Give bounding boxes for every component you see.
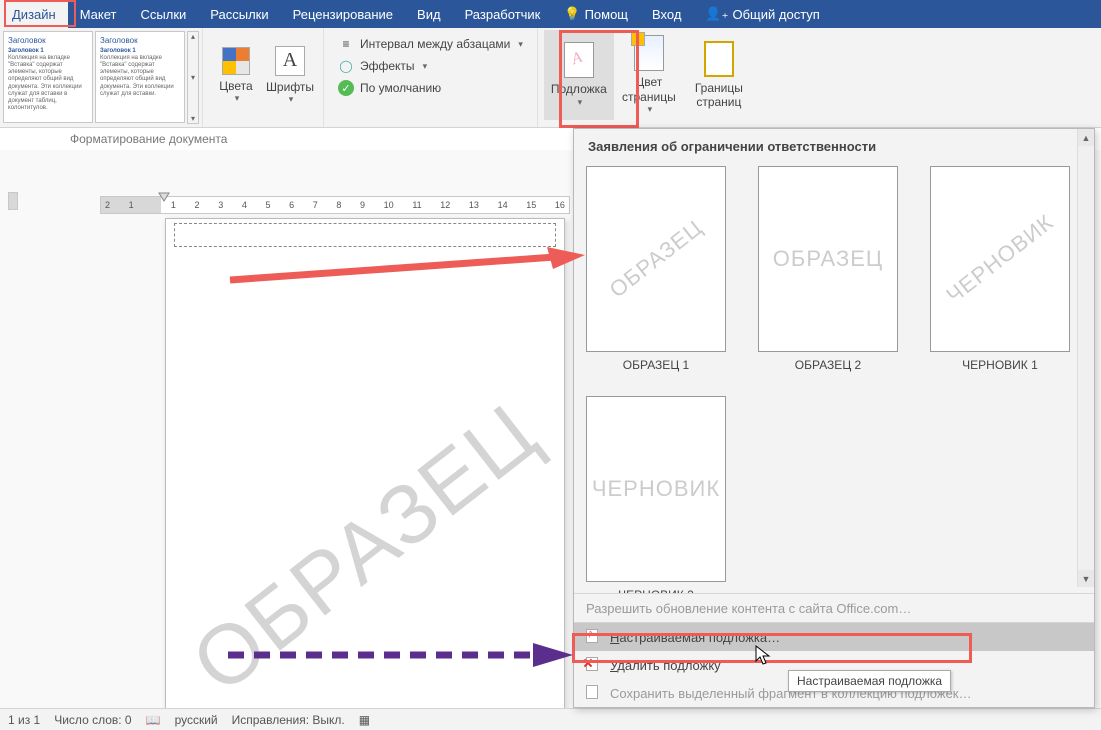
share-label: Общий доступ: [732, 7, 819, 22]
colors-icon: [222, 47, 250, 75]
status-macro-icon[interactable]: ▦: [359, 713, 370, 727]
chevron-down-icon: ▾: [578, 97, 583, 108]
check-icon: ✓: [338, 80, 354, 96]
document-formatting-gallery[interactable]: Заголовок Заголовок 1 Коллекция на вклад…: [3, 31, 199, 124]
paragraph-spacing-button[interactable]: ≡ Интервал между абзацами ▾: [338, 36, 523, 52]
theme-thumb-1[interactable]: Заголовок Заголовок 1 Коллекция на вклад…: [3, 31, 93, 123]
tab-developer[interactable]: Разработчик: [453, 0, 553, 28]
watermark-label: Подложка: [551, 82, 607, 96]
watermark-thumb: ЧЕРНОВИК: [586, 396, 726, 582]
tab-view[interactable]: Вид: [405, 0, 453, 28]
fonts-icon: А: [275, 46, 305, 76]
watermark-caption: ЧЕРНОВИК 1: [962, 358, 1038, 372]
horizontal-ruler[interactable]: 21 123 456 789 101112 131415 16: [100, 196, 570, 214]
effects-label: Эффекты: [360, 59, 415, 73]
scroll-down-icon[interactable]: ▼: [1078, 570, 1094, 587]
effects-icon: ◯: [338, 58, 354, 74]
thumb-title: Заголовок: [8, 36, 88, 46]
watermark-thumb: ОБРАЗЕЦ: [586, 166, 726, 352]
watermark-caption: ОБРАЗЕЦ 1: [623, 358, 689, 372]
share-button[interactable]: 👤₊ Общий доступ: [693, 0, 831, 28]
ribbon-tabs: Дизайн Макет Ссылки Рассылки Рецензирова…: [0, 0, 1101, 28]
tab-design[interactable]: Дизайн: [0, 0, 68, 28]
watermark-item-draft-2[interactable]: ЧЕРНОВИК ЧЕРНОВИК 2: [586, 396, 726, 602]
chevron-down-icon: ▾: [648, 104, 653, 115]
vertical-ruler-stub: [8, 192, 18, 210]
allow-update-label: Разрешить обновление контента с сайта Of…: [586, 601, 911, 616]
status-track-changes[interactable]: Исправления: Выкл.: [232, 713, 345, 727]
watermark-item-draft-1[interactable]: ЧЕРНОВИК ЧЕРНОВИК 1: [930, 166, 1070, 372]
colors-label: Цвета: [219, 79, 252, 93]
page-borders-label: Границы страниц: [684, 81, 754, 110]
remove-icon: [586, 657, 602, 673]
theme-thumb-2[interactable]: Заголовок Заголовок 1 Коллекция на вклад…: [95, 31, 185, 123]
tab-layout[interactable]: Макет: [68, 0, 129, 28]
tooltip: Настраиваемая подложка: [788, 670, 951, 692]
thumb-sub: Заголовок 1: [8, 48, 44, 54]
colors-button[interactable]: Цвета▾: [209, 30, 263, 120]
fonts-button[interactable]: А Шрифты▾: [263, 30, 317, 120]
page-color-label: Цвет страницы: [614, 75, 684, 104]
paragraph-spacing-icon: ≡: [338, 36, 354, 52]
chevron-down-icon: ▾: [289, 94, 294, 105]
tab-mailings[interactable]: Рассылки: [198, 0, 280, 28]
paragraph-spacing-label: Интервал между абзацами: [360, 37, 510, 51]
thumb-title: Заголовок: [100, 36, 180, 46]
thumb-sub: Заголовок 1: [100, 48, 136, 54]
header-area[interactable]: [174, 223, 556, 247]
custom-watermark-menu-item[interactable]: Настраиваемая подложка…: [574, 623, 1094, 651]
page-borders-icon: [704, 41, 734, 77]
status-page[interactable]: 1 из 1: [8, 713, 40, 727]
indent-marker-icon[interactable]: [158, 192, 170, 202]
watermark-item-sample-2[interactable]: ОБРАЗЕЦ ОБРАЗЕЦ 2: [758, 166, 898, 372]
status-bar: 1 из 1 Число слов: 0 📖 русский Исправлен…: [0, 708, 1101, 730]
group-label-formatting: Форматирование документа: [70, 132, 227, 146]
dropdown-scrollbar[interactable]: ▲ ▼: [1077, 129, 1094, 587]
save-icon: [586, 685, 602, 701]
watermark-icon: [564, 42, 594, 78]
sign-in[interactable]: Вход: [640, 0, 693, 28]
page-watermark-text: ОБРАЗЕЦ: [174, 384, 556, 708]
scroll-up-icon[interactable]: ▲: [1078, 129, 1094, 146]
effects-button[interactable]: ◯ Эффекты ▾: [338, 58, 523, 74]
chevron-down-icon: ▾: [235, 93, 240, 104]
status-word-count[interactable]: Число слов: 0: [54, 713, 131, 727]
custom-watermark-label: Настраиваемая подложка…: [610, 630, 780, 645]
page-icon: [586, 629, 602, 645]
page-color-icon: [634, 35, 664, 71]
tab-references[interactable]: Ссылки: [129, 0, 199, 28]
document-page[interactable]: ОБРАЗЕЦ: [165, 218, 565, 708]
watermark-button[interactable]: Подложка ▾: [544, 30, 614, 120]
watermark-dropdown: Заявления об ограничении ответственности…: [573, 128, 1095, 708]
allow-office-update[interactable]: Разрешить обновление контента с сайта Of…: [574, 594, 1094, 622]
set-default-label: По умолчанию: [360, 81, 441, 95]
tab-review[interactable]: Рецензирование: [281, 0, 405, 28]
tell-me-label: Помощ: [585, 7, 628, 22]
status-proofing-icon[interactable]: 📖: [146, 713, 161, 727]
set-default-button[interactable]: ✓ По умолчанию: [338, 80, 523, 96]
watermark-item-sample-1[interactable]: ОБРАЗЕЦ ОБРАЗЕЦ 1: [586, 166, 726, 372]
thumb-text: Коллекция на вкладке "Вставка" содержат …: [8, 55, 88, 113]
status-language[interactable]: русский: [175, 713, 218, 727]
share-icon: 👤₊: [705, 6, 728, 22]
watermark-thumb: ОБРАЗЕЦ: [758, 166, 898, 352]
page-borders-button[interactable]: Границы страниц: [684, 30, 754, 120]
ribbon: Заголовок Заголовок 1 Коллекция на вклад…: [0, 28, 1101, 128]
gallery-scrollbar[interactable]: ▴▾▾: [187, 31, 199, 124]
page-color-button[interactable]: Цвет страницы ▾: [614, 30, 684, 120]
dropdown-section-header: Заявления об ограничении ответственности: [574, 129, 1094, 162]
thumb-text: Коллекция на вкладке "Вставка" содержат …: [100, 55, 180, 98]
remove-watermark-label: Удалить подложку: [610, 658, 721, 673]
chevron-down-icon: ▾: [423, 61, 428, 72]
chevron-down-icon: ▾: [518, 39, 523, 50]
fonts-label: Шрифты: [266, 80, 314, 94]
watermark-thumb: ЧЕРНОВИК: [930, 166, 1070, 352]
tell-me[interactable]: 💡 Помощ: [552, 0, 640, 28]
lightbulb-icon: 💡: [564, 6, 580, 22]
watermark-caption: ОБРАЗЕЦ 2: [795, 358, 861, 372]
